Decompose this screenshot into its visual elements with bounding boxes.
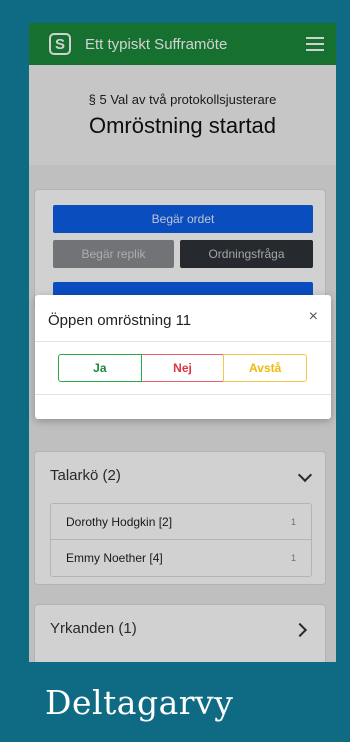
vote-options: Ja Nej Avstå (58, 354, 308, 382)
vote-yes-button[interactable]: Ja (58, 354, 142, 382)
divider (35, 341, 331, 342)
divider (35, 394, 331, 395)
close-icon[interactable]: × (309, 308, 318, 326)
modal-title: Öppen omröstning 11 (48, 312, 192, 329)
vote-modal: Öppen omröstning 11 × Ja Nej Avstå (35, 295, 331, 419)
caption-title: Deltagarvy (45, 683, 234, 722)
vote-no-button[interactable]: Nej (141, 354, 224, 382)
vote-abstain-button[interactable]: Avstå (223, 354, 308, 382)
